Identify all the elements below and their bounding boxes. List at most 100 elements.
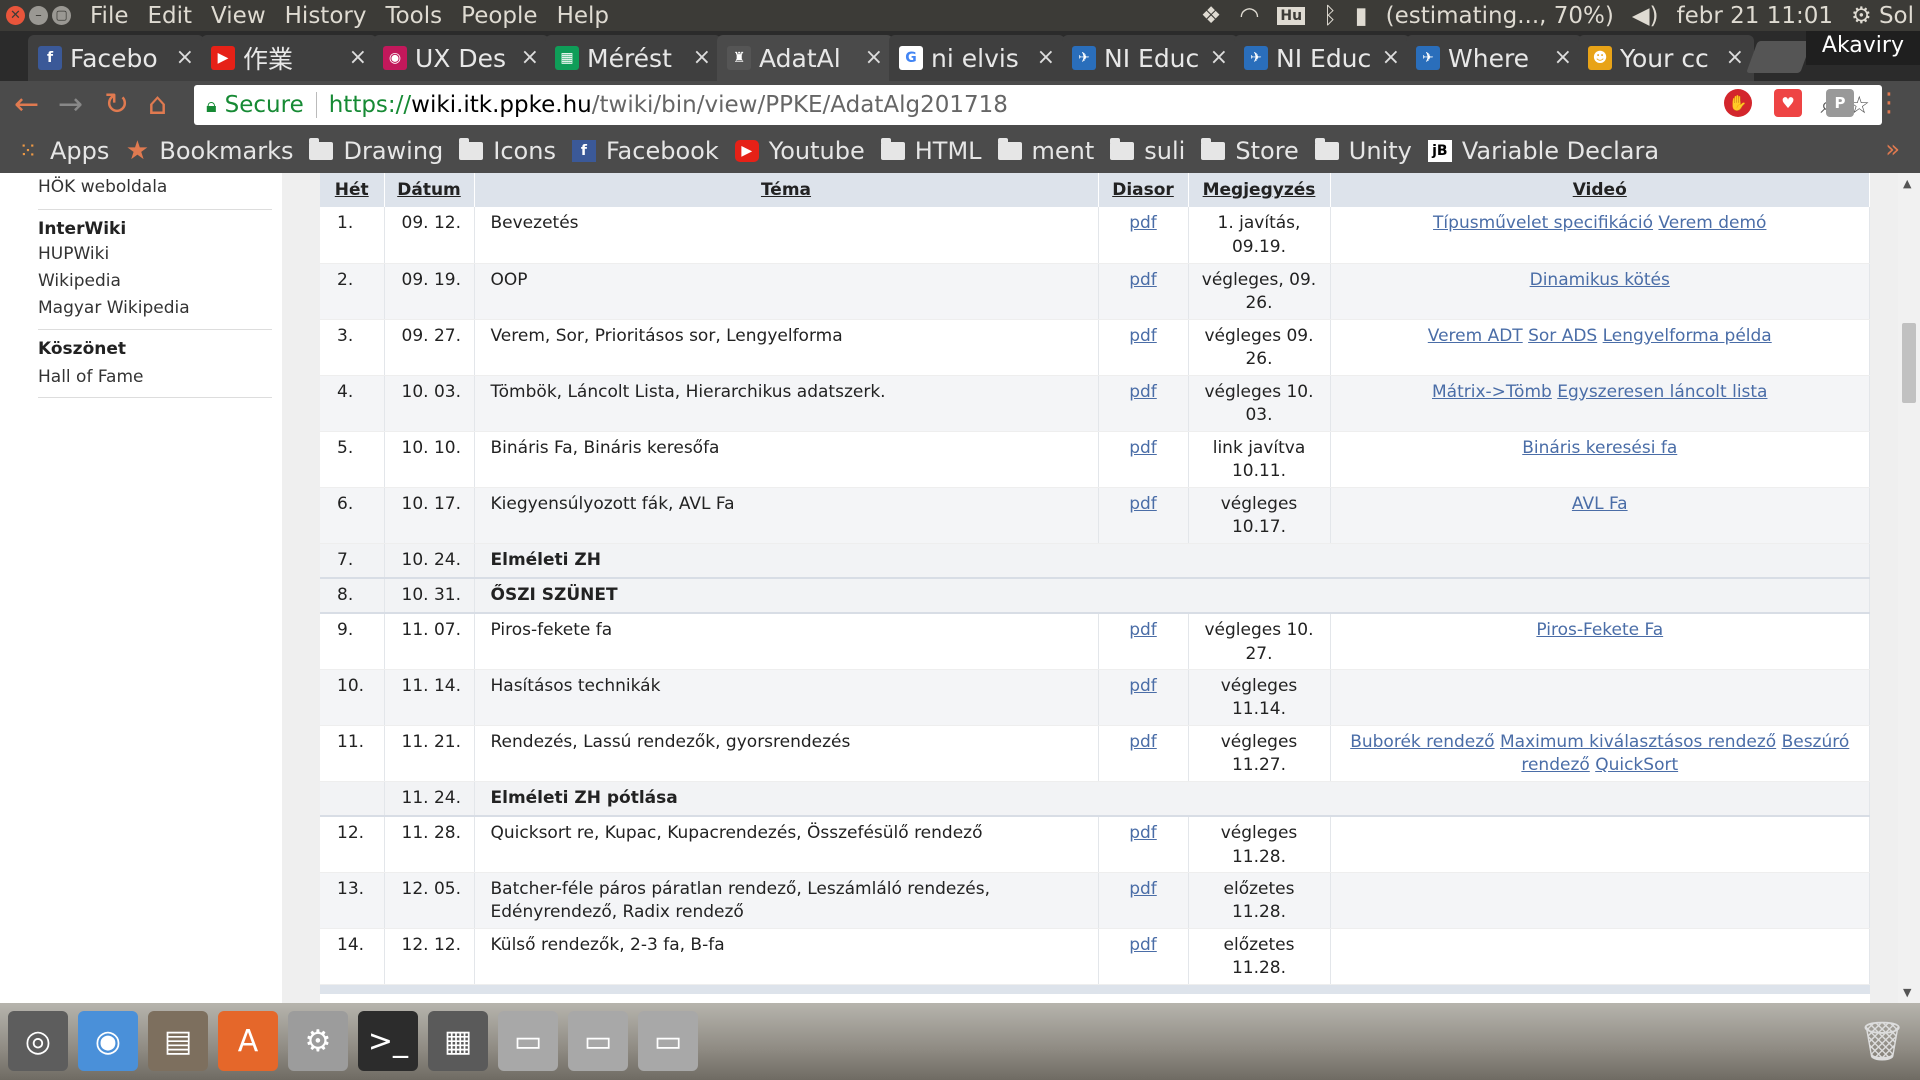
header-note[interactable]: Megjegyzés bbox=[1188, 173, 1331, 207]
close-tab-icon[interactable]: × bbox=[865, 45, 883, 70]
battery-icon[interactable]: ▮ bbox=[1355, 3, 1368, 29]
url-text[interactable]: https://wiki.itk.ppke.hu/twiki/bin/view/… bbox=[329, 92, 1008, 118]
bookmark-store[interactable]: Store bbox=[1201, 137, 1299, 165]
video-link[interactable]: QuickSort bbox=[1595, 755, 1678, 775]
pdf-link[interactable]: pdf bbox=[1129, 494, 1157, 514]
menu-item-view[interactable]: View bbox=[211, 3, 266, 29]
ubuntu-icon[interactable]: ◎ bbox=[8, 1011, 68, 1071]
browser-tab[interactable]: ✈ Where × bbox=[1406, 35, 1582, 81]
bookmarks-shortcut[interactable]: ★ Bookmarks bbox=[125, 136, 294, 166]
scrollbar-thumb[interactable] bbox=[1902, 323, 1916, 403]
header-slides[interactable]: Diasor bbox=[1098, 173, 1189, 207]
bookmark-suli[interactable]: suli bbox=[1110, 137, 1185, 165]
video-link[interactable]: Verem demó bbox=[1658, 213, 1766, 233]
video-link[interactable]: Piros-Fekete Fa bbox=[1536, 620, 1663, 640]
bluetooth-icon[interactable]: ᛒ bbox=[1323, 3, 1337, 29]
bookmark-unity[interactable]: Unity bbox=[1314, 137, 1412, 165]
header-topic[interactable]: Téma bbox=[474, 173, 1099, 207]
minimize-window-icon[interactable]: – bbox=[29, 6, 48, 25]
bookmark-ment[interactable]: ment bbox=[997, 137, 1094, 165]
chrome-icon[interactable]: ◉ bbox=[78, 1011, 138, 1071]
menu-item-tools[interactable]: Tools bbox=[385, 3, 442, 29]
browser-tab[interactable]: ▦ Mérést × bbox=[545, 35, 721, 81]
page-scrollbar[interactable]: ▲ ▼ bbox=[1898, 173, 1920, 1003]
drive-icon[interactable]: ▭ bbox=[568, 1011, 628, 1071]
close-tab-icon[interactable]: × bbox=[1210, 45, 1228, 70]
drive-icon[interactable]: ▭ bbox=[498, 1011, 558, 1071]
close-tab-icon[interactable]: × bbox=[1037, 45, 1055, 70]
menu-item-file[interactable]: File bbox=[90, 3, 129, 29]
volume-icon[interactable]: ◀) bbox=[1632, 3, 1659, 29]
video-link[interactable]: Lengyelforma példa bbox=[1603, 326, 1772, 346]
clock[interactable]: febr 21 11:01 bbox=[1677, 3, 1833, 29]
close-tab-icon[interactable]: × bbox=[693, 45, 711, 70]
dropbox-icon[interactable]: ❖ bbox=[1201, 3, 1222, 29]
browser-tab[interactable]: Gni elvis × bbox=[889, 35, 1065, 81]
scroll-up-icon[interactable]: ▲ bbox=[1903, 177, 1911, 190]
adblock-icon[interactable]: ✋ bbox=[1724, 89, 1752, 117]
bookmark-html[interactable]: HTML bbox=[880, 137, 982, 165]
bookmark-facebook[interactable]: f Facebook bbox=[571, 137, 719, 165]
apps-shortcut[interactable]: ⁙ Apps bbox=[16, 137, 110, 165]
pdf-link[interactable]: pdf bbox=[1129, 732, 1157, 752]
settings-icon[interactable]: ⚙ bbox=[288, 1011, 348, 1071]
terminal-icon[interactable]: >_ bbox=[358, 1011, 418, 1071]
browser-tab[interactable]: ✈ NI Educ × bbox=[1234, 35, 1410, 81]
close-tab-icon[interactable]: × bbox=[349, 45, 367, 70]
pdf-link[interactable]: pdf bbox=[1129, 326, 1157, 346]
home-icon[interactable]: ⌂ bbox=[148, 87, 167, 122]
maximize-window-icon[interactable]: ▢ bbox=[52, 6, 71, 25]
browser-tab[interactable]: ◉ UX Des × bbox=[373, 35, 549, 81]
video-link[interactable]: Bináris keresési fa bbox=[1522, 438, 1677, 458]
close-window-icon[interactable]: ✕ bbox=[6, 6, 25, 25]
browser-tab[interactable]: f Facebo × bbox=[28, 35, 204, 81]
pdf-link[interactable]: pdf bbox=[1129, 935, 1157, 955]
chrome-menu-icon[interactable]: ⋮ bbox=[1876, 89, 1902, 117]
pdf-link[interactable]: pdf bbox=[1129, 676, 1157, 696]
forward-icon[interactable]: → bbox=[58, 87, 83, 122]
magyar-wikipedia-link[interactable]: Magyar Wikipedia bbox=[38, 298, 190, 318]
bookmark-youtube[interactable]: ▶ Youtube bbox=[734, 137, 865, 165]
pinterest-ext-icon[interactable]: P bbox=[1826, 89, 1854, 117]
close-tab-icon[interactable]: × bbox=[1726, 45, 1744, 70]
profile-name[interactable]: Akaviry bbox=[1805, 31, 1920, 65]
browser-tab[interactable]: ✈ NI Educ × bbox=[1062, 35, 1238, 81]
bookmark-variable-declara[interactable]: jB Variable Declara bbox=[1427, 137, 1659, 165]
menu-item-history[interactable]: History bbox=[285, 3, 367, 29]
hall-of-fame-link[interactable]: Hall of Fame bbox=[38, 367, 144, 387]
back-icon[interactable]: ← bbox=[14, 87, 39, 122]
menu-item-help[interactable]: Help bbox=[557, 3, 609, 29]
menu-item-people[interactable]: People bbox=[461, 3, 537, 29]
close-tab-icon[interactable]: × bbox=[1382, 45, 1400, 70]
more-bookmarks-icon[interactable]: » bbox=[1885, 135, 1900, 163]
address-bar[interactable]: 🔒︎ Secure https://wiki.itk.ppke.hu/twiki… bbox=[194, 85, 1882, 125]
browser-tab[interactable]: ☻ Your cc × bbox=[1578, 35, 1754, 81]
pdf-link[interactable]: pdf bbox=[1129, 382, 1157, 402]
video-link[interactable]: AVL Fa bbox=[1572, 494, 1628, 514]
pdf-link[interactable]: pdf bbox=[1129, 438, 1157, 458]
hupwiki-link[interactable]: HUPWiki bbox=[38, 244, 109, 264]
calculator-icon[interactable]: ▦ bbox=[428, 1011, 488, 1071]
pdf-link[interactable]: pdf bbox=[1129, 620, 1157, 640]
header-week[interactable]: Hét bbox=[320, 173, 385, 207]
browser-tab[interactable]: ▶ 作業 × bbox=[201, 35, 377, 81]
pdf-link[interactable]: pdf bbox=[1129, 823, 1157, 843]
video-link[interactable]: Egyszeresen láncolt lista bbox=[1557, 382, 1767, 402]
video-link[interactable]: Dinamikus kötés bbox=[1530, 270, 1670, 290]
header-date[interactable]: Dátum bbox=[384, 173, 475, 207]
session-menu[interactable]: ⚙ Sol bbox=[1851, 3, 1914, 29]
battery-status[interactable]: (estimating..., 70%) bbox=[1386, 3, 1614, 29]
close-tab-icon[interactable]: × bbox=[1554, 45, 1572, 70]
drive-icon[interactable]: ▭ bbox=[638, 1011, 698, 1071]
menu-item-edit[interactable]: Edit bbox=[148, 3, 193, 29]
wikipedia-link[interactable]: Wikipedia bbox=[38, 271, 121, 291]
files-icon[interactable]: ▤ bbox=[148, 1011, 208, 1071]
software-center-icon[interactable]: A bbox=[218, 1011, 278, 1071]
keyboard-layout[interactable]: Hu bbox=[1277, 6, 1306, 25]
video-link[interactable]: Sor ADS bbox=[1528, 326, 1597, 346]
pdf-link[interactable]: pdf bbox=[1129, 879, 1157, 899]
browser-tab[interactable]: ♜ AdatAl × bbox=[717, 35, 893, 81]
close-tab-icon[interactable]: × bbox=[521, 45, 539, 70]
close-tab-icon[interactable]: × bbox=[176, 45, 194, 70]
hok-link[interactable]: HÖK weboldala bbox=[38, 177, 167, 197]
